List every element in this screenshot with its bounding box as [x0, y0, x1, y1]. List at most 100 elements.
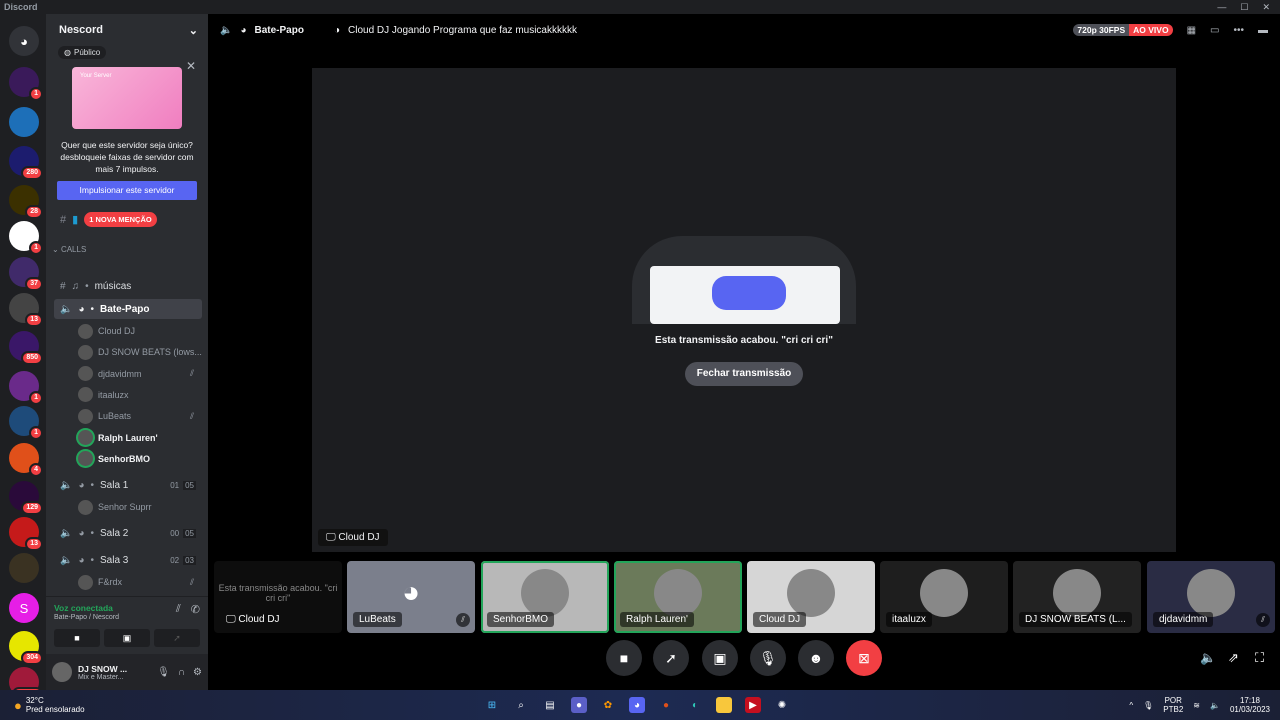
- disconnect-icon[interactable]: ✆: [191, 603, 200, 616]
- server-icon[interactable]: 13: [9, 517, 43, 551]
- close-button[interactable]: ✕: [1262, 2, 1270, 13]
- discord-home-button[interactable]: ◕: [9, 26, 39, 56]
- voice-user[interactable]: Cloud DJ: [78, 321, 202, 341]
- user-name: Senhor Suprr: [98, 502, 152, 513]
- stream-tile[interactable]: Esta transmissão acabou. "cri cri cri" 🖵 …: [214, 561, 342, 633]
- chat-icon[interactable]: ▬: [1258, 25, 1268, 36]
- volume-tray-icon[interactable]: 🔈: [1210, 701, 1220, 710]
- popout-icon[interactable]: ▭: [1210, 25, 1219, 36]
- new-mention-pill[interactable]: 1 NOVA MENÇÃO: [84, 212, 157, 227]
- server-icon[interactable]: 37: [9, 257, 43, 291]
- emoji-button[interactable]: ☻: [798, 640, 834, 676]
- server-icon[interactable]: 129: [9, 481, 43, 515]
- discord-icon[interactable]: ◕: [629, 697, 645, 713]
- server-icon[interactable]: 28: [9, 185, 43, 219]
- microphone-icon[interactable]: 🎙: [157, 667, 170, 678]
- server-icon[interactable]: 4: [9, 443, 43, 477]
- fullscreen-icon[interactable]: ⛶: [1255, 650, 1264, 666]
- server-icon[interactable]: 1: [9, 371, 43, 405]
- activity-button[interactable]: ➚: [154, 629, 200, 647]
- stream-ended-text: Esta transmissão acabou. "cri cri cri": [218, 583, 338, 603]
- app-icon[interactable]: ●: [658, 697, 674, 713]
- avatar: [920, 569, 968, 617]
- edge-icon[interactable]: ◐: [687, 697, 703, 713]
- participant-tile[interactable]: DJ SNOW BEATS (L...: [1013, 561, 1141, 633]
- maximize-button[interactable]: ☐: [1240, 2, 1248, 13]
- avatar[interactable]: [52, 662, 72, 682]
- new-mention-row[interactable]: # ▮ 1 NOVA MENÇÃO: [60, 212, 208, 227]
- server-icon[interactable]: 1: [9, 221, 43, 255]
- stop-stream-button[interactable]: ⊠: [846, 640, 882, 676]
- participant-tile[interactable]: Cloud DJ: [747, 561, 875, 633]
- task-view-icon[interactable]: ▤: [542, 697, 558, 713]
- windows-start-icon[interactable]: ⊞: [484, 697, 500, 713]
- noise-suppression-icon[interactable]: ⫽: [176, 603, 181, 616]
- minimize-button[interactable]: —: [1217, 2, 1226, 13]
- avatar: [78, 408, 93, 424]
- voice-user[interactable]: F&rdx ⫽: [78, 572, 202, 592]
- headphones-icon[interactable]: ∩: [178, 667, 185, 678]
- channel-voice[interactable]: 🔈 ◕ • Bate-Papo: [54, 299, 202, 319]
- server-icon[interactable]: [9, 553, 39, 583]
- voice-user[interactable]: DJ SNOW BEATS (lows...: [78, 342, 202, 362]
- language-indicator[interactable]: POR PTB2: [1163, 696, 1183, 714]
- chatgpt-icon[interactable]: ✺: [774, 697, 790, 713]
- user-avatar-icon: ◑: [333, 24, 340, 36]
- server-icon[interactable]: 304: [9, 631, 43, 665]
- voice-user[interactable]: djdavidmm ⫽: [78, 364, 202, 384]
- participant-tile[interactable]: itaaluzx: [880, 561, 1008, 633]
- camera-toggle[interactable]: ■: [606, 640, 642, 676]
- server-header[interactable]: Nescord ⌄: [46, 14, 208, 46]
- meet-icon[interactable]: ●: [571, 697, 587, 713]
- category-calls[interactable]: ⌄ CALLS: [52, 245, 208, 254]
- voice-user[interactable]: LuBeats ⫽: [78, 406, 202, 426]
- user-count: 01 05: [170, 480, 196, 490]
- search-icon[interactable]: ⌕: [513, 697, 529, 713]
- channel-text[interactable]: # ♫ • músicas: [54, 276, 202, 296]
- clock[interactable]: 17:18 01/03/2023: [1230, 696, 1270, 714]
- boost-server-button[interactable]: Impulsionar este servidor: [57, 181, 197, 200]
- voice-user[interactable]: itaaluzx: [78, 385, 202, 405]
- gear-icon[interactable]: ⚙: [193, 667, 202, 678]
- server-icon[interactable]: 1: [9, 67, 43, 101]
- voice-user[interactable]: Ralph Lauren': [78, 428, 202, 448]
- wifi-icon[interactable]: ≋: [1193, 701, 1200, 710]
- server-icon[interactable]: S: [9, 593, 39, 623]
- weather-widget[interactable]: ● 32°C Pred ensolarado: [14, 696, 85, 714]
- activity-button[interactable]: ➚: [653, 640, 689, 676]
- volume-icon[interactable]: 🔈: [1200, 650, 1216, 666]
- participant-tile[interactable]: djdavidmm ⫽: [1147, 561, 1275, 633]
- bullet: •: [90, 479, 95, 491]
- category-label: CALLS: [60, 245, 87, 254]
- grid-icon[interactable]: ▦: [1187, 25, 1196, 36]
- file-explorer-icon[interactable]: [716, 697, 732, 713]
- share-screen-button[interactable]: ▣: [104, 629, 150, 647]
- server-icon[interactable]: 1: [9, 406, 43, 440]
- server-icon[interactable]: 13: [9, 293, 43, 327]
- server-icon[interactable]: [9, 107, 39, 137]
- participant-tile[interactable]: ◕ LuBeats ⫽: [347, 561, 475, 633]
- user-name: Cloud DJ: [98, 326, 136, 336]
- camera-button[interactable]: ■: [54, 629, 100, 647]
- globe-icon: ◍: [64, 48, 71, 57]
- fl-studio-icon[interactable]: ✿: [600, 697, 616, 713]
- share-screen-toggle[interactable]: ▣: [702, 640, 738, 676]
- participant-tile[interactable]: SenhorBMO: [481, 561, 609, 633]
- server-icon[interactable]: 280: [9, 146, 43, 180]
- voice-user[interactable]: SenhorBMO: [78, 449, 202, 469]
- avatar: [78, 344, 93, 360]
- chevron-up-icon[interactable]: ^: [1129, 701, 1133, 710]
- voice-user[interactable]: Senhor Suprr: [78, 497, 202, 517]
- participant-tile[interactable]: Ralph Lauren': [614, 561, 742, 633]
- popout-icon[interactable]: ⇗: [1228, 650, 1239, 666]
- server-icon[interactable]: 850: [9, 331, 43, 365]
- close-icon[interactable]: ✕: [186, 59, 196, 73]
- channel-voice[interactable]: 🔈 ◕ • Sala 1 01 05: [54, 475, 202, 495]
- mic-toggle[interactable]: 🎙: [750, 640, 786, 676]
- close-stream-button[interactable]: Fechar transmissão: [685, 362, 803, 386]
- channel-voice[interactable]: 🔈 ◕ • Sala 3 02 03: [54, 550, 202, 570]
- mic-muted-icon: ⫽: [189, 368, 194, 379]
- channel-voice[interactable]: 🔈 ◕ • Sala 2 00 05: [54, 523, 202, 543]
- media-player-icon[interactable]: ▶: [745, 697, 761, 713]
- more-icon[interactable]: •••: [1233, 25, 1244, 36]
